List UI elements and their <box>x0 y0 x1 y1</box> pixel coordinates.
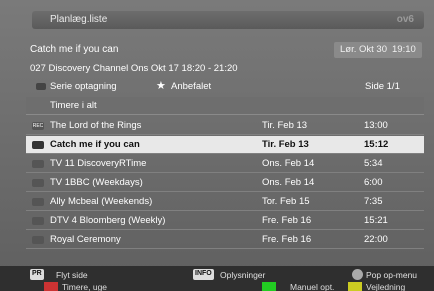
timer-icon <box>32 179 44 187</box>
list-item[interactable]: DTV 4 Bloomberg (Weekly) Fre. Feb 16 15:… <box>26 212 424 230</box>
list-header-label: Timere i alt <box>50 100 97 111</box>
current-date: Lør. Okt 30 <box>340 44 387 55</box>
legend-recommended-label: Anbefalet <box>171 81 212 92</box>
timer-time: 5:34 <box>364 158 383 169</box>
timer-time: 15:12 <box>364 139 389 150</box>
timer-label: Timere, uge <box>62 282 108 291</box>
star-icon: ★ <box>156 80 166 92</box>
timer-name: TV 11 DiscoveryRTime <box>50 158 147 169</box>
timer-name: TV 1BBC (Weekdays) <box>50 177 143 188</box>
timer-icon <box>32 160 44 168</box>
program-title: Catch me if you can <box>30 44 119 55</box>
current-time: 19:10 <box>392 44 416 55</box>
green-key-icon <box>262 282 276 291</box>
timer-icon <box>32 198 44 206</box>
timer-icon <box>32 141 44 149</box>
timer-name: Ally Mcbeal (Weekends) <box>50 196 153 207</box>
rec-icon: REC <box>32 122 44 130</box>
timer-name: DTV 4 Bloomberg (Weekly) <box>50 215 166 226</box>
timer-time: 7:35 <box>364 196 383 207</box>
pr-key: PR <box>30 269 44 280</box>
page-title: Planlæg.liste <box>50 14 108 25</box>
pr-label: Flyt side <box>56 270 88 280</box>
timer-time: 22:00 <box>364 234 388 245</box>
legend-series-label: Serie optagning <box>50 81 117 92</box>
timer-date: Ons. Feb 14 <box>262 158 315 169</box>
current-datetime: Lør. Okt 30 19:10 <box>334 42 422 58</box>
ok-label: Pop op-menu <box>366 270 418 280</box>
program-detail: 027 Discovery Channel Ons Okt 17 18:20 -… <box>30 63 238 74</box>
timer-date: Fre. Feb 16 <box>262 234 312 245</box>
list-item[interactable]: Ally Mcbeal (Weekends) Tor. Feb 15 7:35 <box>26 193 424 211</box>
series-record-icon <box>36 83 46 90</box>
timer-name: The Lord of the Rings <box>50 120 142 131</box>
timer-date: Tir. Feb 13 <box>262 139 309 150</box>
timer-name: Royal Ceremony <box>50 234 121 245</box>
footer-help-bar: PR Flyt side INFO Oplysninger Pop op-men… <box>0 266 434 291</box>
timer-date: Ons. Feb 14 <box>262 177 315 188</box>
legend-row: Serie optagning ★ Anbefalet Side 1/1 <box>26 78 424 96</box>
title-bar: Planlæg.liste ov6 <box>32 11 424 29</box>
timer-time: 13:00 <box>364 120 388 131</box>
list-item[interactable]: TV 11 DiscoveryRTime Ons. Feb 14 5:34 <box>26 155 424 173</box>
list-item[interactable]: TV 1BBC (Weekdays) Ons. Feb 14 6:00 <box>26 174 424 192</box>
list-header: Timere i alt <box>26 97 424 115</box>
list-item[interactable]: Royal Ceremony Fre. Feb 16 22:00 <box>26 231 424 249</box>
list-item[interactable]: REC The Lord of the Rings Tir. Feb 13 13… <box>26 117 424 135</box>
list-item-selected[interactable]: Catch me if you can Tir. Feb 13 15:12 <box>26 136 424 154</box>
page-indicator: Side 1/1 <box>365 81 400 92</box>
yellow-key-icon <box>348 282 362 291</box>
ok-icon <box>352 269 363 280</box>
info-key: INFO <box>193 269 214 280</box>
timer-name: Catch me if you can <box>50 139 140 150</box>
manual-label: Manuel opt. <box>290 282 335 291</box>
guide-label: Vejledning <box>366 282 406 291</box>
timer-time: 15:21 <box>364 215 388 226</box>
red-key-icon <box>44 282 58 291</box>
info-label: Oplysninger <box>220 270 266 280</box>
timer-time: 6:00 <box>364 177 383 188</box>
timer-icon <box>32 217 44 225</box>
timer-date: Fre. Feb 16 <box>262 215 312 226</box>
brand-logo: ov6 <box>396 14 414 25</box>
timer-date: Tor. Feb 15 <box>262 196 310 207</box>
timer-date: Tir. Feb 13 <box>262 120 308 131</box>
timer-icon <box>32 236 44 244</box>
